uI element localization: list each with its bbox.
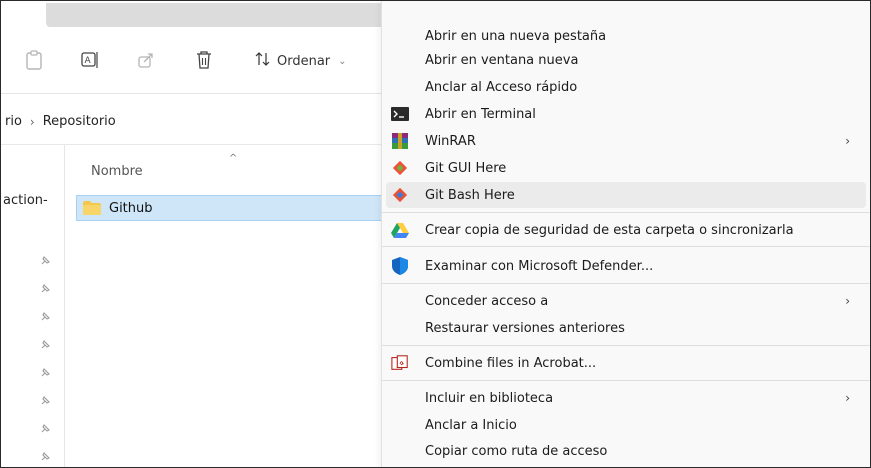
menu-separator bbox=[382, 246, 870, 247]
toolbar-divider bbox=[1, 93, 381, 94]
menu-item-label: Crear copia de seguridad de esta carpeta… bbox=[425, 222, 794, 238]
paste-icon[interactable] bbox=[23, 49, 45, 71]
menu-item-label: Abrir en ventana nueva bbox=[425, 52, 579, 68]
google-drive-icon bbox=[391, 221, 409, 239]
breadcrumb-parent[interactable]: rio bbox=[5, 114, 22, 129]
pin-icon bbox=[41, 284, 50, 293]
menu-item-label: Anclar al Acceso rápido bbox=[425, 79, 578, 95]
tab-strip bbox=[46, 3, 391, 27]
menu-item-open-new-tab[interactable]: Abrir en una nueva pestaña bbox=[386, 23, 866, 49]
menu-item-defender-scan[interactable]: Examinar con Microsoft Defender... bbox=[386, 253, 866, 279]
shield-icon bbox=[391, 257, 409, 275]
menu-item-label: Abrir en una nueva pestaña bbox=[425, 28, 607, 44]
menu-item-combine-acrobat[interactable]: Combine files in Acrobat... bbox=[386, 350, 866, 376]
breadcrumb: rio › Repositorio bbox=[5, 114, 116, 129]
menu-separator bbox=[382, 345, 870, 346]
context-menu: Abrir en una nueva pestaña Abrir en vent… bbox=[381, 1, 870, 467]
pin-icon bbox=[41, 256, 50, 265]
sort-button[interactable]: Ordenar ⌄ bbox=[255, 50, 347, 72]
delete-icon[interactable] bbox=[193, 49, 215, 71]
pin-icon bbox=[41, 340, 50, 349]
menu-item-grant-access[interactable]: Conceder acceso a › bbox=[386, 288, 866, 314]
sort-label: Ordenar bbox=[277, 53, 331, 69]
winrar-icon bbox=[391, 132, 409, 150]
menu-item-label: Conceder acceso a bbox=[425, 293, 549, 309]
menu-item-label: Git Bash Here bbox=[425, 187, 515, 203]
pin-icon bbox=[41, 452, 50, 461]
menu-item-winrar[interactable]: WinRAR › bbox=[386, 128, 866, 154]
screen: A Ordenar ⌄ rio › Repositorio action- ^ … bbox=[0, 0, 871, 468]
menu-item-google-drive-backup[interactable]: Crear copia de seguridad de esta carpeta… bbox=[386, 217, 866, 243]
menu-separator bbox=[382, 212, 870, 213]
menu-item-restore-versions[interactable]: Restaurar versiones anteriores bbox=[386, 315, 866, 341]
chevron-right-icon: › bbox=[845, 134, 850, 148]
svg-text:A: A bbox=[85, 56, 92, 66]
menu-item-open-terminal[interactable]: Abrir en Terminal bbox=[386, 101, 866, 127]
acrobat-icon bbox=[391, 354, 409, 372]
menu-item-label: Combine files in Acrobat... bbox=[425, 355, 597, 371]
menu-item-git-bash[interactable]: Git Bash Here bbox=[386, 182, 866, 208]
terminal-icon bbox=[391, 105, 409, 123]
menu-item-label: Restaurar versiones anteriores bbox=[425, 320, 625, 336]
menu-separator bbox=[382, 380, 870, 381]
nav-item-label[interactable]: action- bbox=[3, 193, 48, 208]
sort-icon bbox=[255, 51, 271, 71]
share-icon[interactable] bbox=[135, 49, 157, 71]
sort-caret-icon: ^ bbox=[229, 153, 238, 164]
file-name: Github bbox=[109, 200, 153, 216]
menu-item-open-new-window[interactable]: Abrir en ventana nueva bbox=[386, 47, 866, 73]
menu-item-label: Anclar a Inicio bbox=[425, 417, 517, 433]
menu-item-pin-quick-access[interactable]: Anclar al Acceso rápido bbox=[386, 74, 866, 100]
menu-item-git-gui[interactable]: Git GUI Here bbox=[386, 155, 866, 181]
navigation-pane: action- bbox=[1, 145, 65, 467]
git-icon bbox=[391, 186, 409, 204]
chevron-right-icon: › bbox=[845, 391, 850, 405]
menu-item-label: Incluir en biblioteca bbox=[425, 390, 554, 406]
column-header-name[interactable]: Nombre bbox=[91, 164, 143, 179]
git-icon bbox=[391, 159, 409, 177]
menu-item-label: Examinar con Microsoft Defender... bbox=[425, 258, 654, 274]
menu-item-label: Abrir en Terminal bbox=[425, 106, 536, 122]
menu-item-label: Git GUI Here bbox=[425, 160, 507, 176]
command-bar: A Ordenar ⌄ bbox=[1, 29, 381, 93]
menu-item-include-library[interactable]: Incluir en biblioteca › bbox=[386, 385, 866, 411]
menu-item-label: WinRAR bbox=[425, 133, 476, 149]
file-row-selected[interactable]: Github bbox=[76, 195, 381, 221]
breadcrumb-separator[interactable]: › bbox=[30, 115, 35, 129]
rename-icon[interactable]: A bbox=[79, 49, 101, 71]
menu-item-label: Copiar como ruta de acceso bbox=[425, 443, 608, 459]
menu-item-copy-path[interactable]: Copiar como ruta de acceso bbox=[386, 438, 866, 464]
pin-icon bbox=[41, 424, 50, 433]
chevron-right-icon: › bbox=[845, 294, 850, 308]
menu-separator bbox=[382, 283, 870, 284]
folder-icon bbox=[83, 201, 101, 215]
menu-item-pin-start[interactable]: Anclar a Inicio bbox=[386, 412, 866, 438]
pin-icon bbox=[41, 312, 50, 321]
pin-icon bbox=[41, 368, 50, 377]
chevron-down-icon: ⌄ bbox=[338, 55, 347, 67]
breadcrumb-current[interactable]: Repositorio bbox=[43, 114, 116, 129]
pin-icon bbox=[41, 396, 50, 405]
